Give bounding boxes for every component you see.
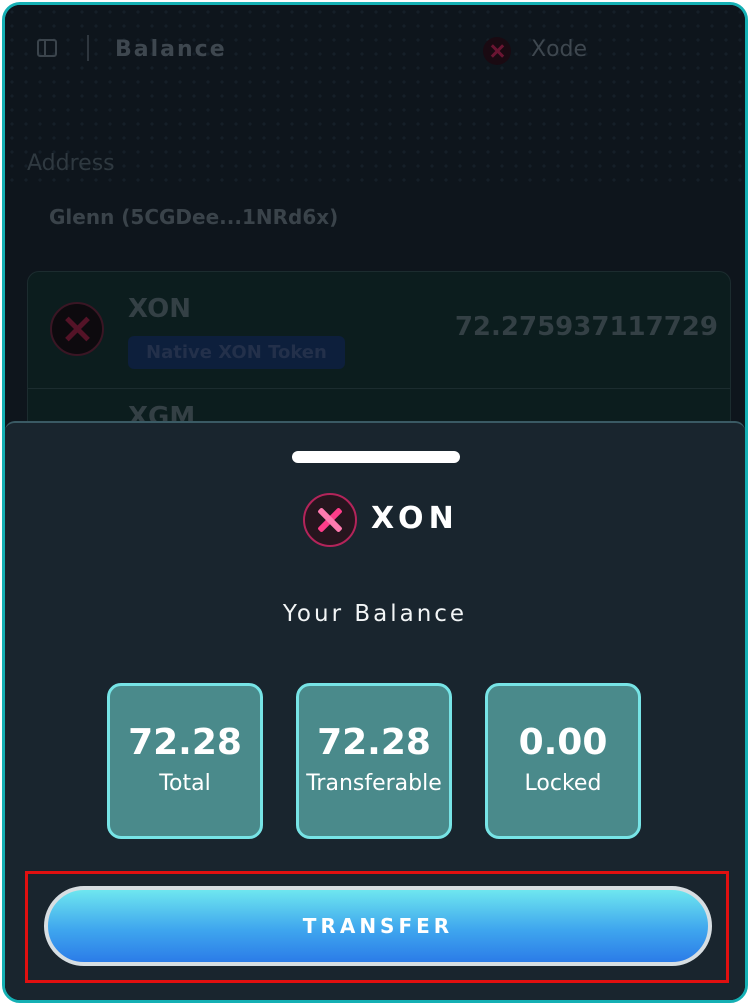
app-frame: Balance Xode Address Glenn (5CGDee...1NR… xyxy=(2,2,748,1003)
stat-value: 72.28 xyxy=(317,722,431,763)
stat-label: Transferable xyxy=(306,771,442,796)
token-amount: 72.275937117729 xyxy=(454,312,718,342)
xon-logo-icon xyxy=(303,493,357,547)
drag-handle[interactable] xyxy=(292,451,460,463)
address-label: Address xyxy=(27,151,115,176)
xode-network-icon xyxy=(483,37,511,65)
balance-bottom-sheet: XON Your Balance 72.28 Total 72.28 Trans… xyxy=(5,421,745,1000)
page-title: Balance xyxy=(115,37,227,62)
token-name: XON xyxy=(128,294,191,324)
account-selector[interactable]: Glenn (5CGDee...1NRd6x) xyxy=(49,205,338,229)
stat-value: 0.00 xyxy=(518,722,608,763)
stat-value: 72.28 xyxy=(128,722,242,763)
stat-label: Total xyxy=(159,771,211,796)
balance-heading: Your Balance xyxy=(282,601,468,627)
row-divider xyxy=(28,388,730,389)
network-name[interactable]: Xode xyxy=(531,37,587,62)
sheet-token-name: XON xyxy=(371,501,459,536)
transfer-highlight: TRANSFER xyxy=(25,871,729,983)
divider xyxy=(87,35,89,61)
stat-total: 72.28 Total xyxy=(107,683,263,839)
stat-transferable: 72.28 Transferable xyxy=(296,683,452,839)
transfer-button[interactable]: TRANSFER xyxy=(44,886,712,966)
token-badge: Native XON Token xyxy=(128,336,345,369)
stat-locked: 0.00 Locked xyxy=(485,683,641,839)
stat-label: Locked xyxy=(524,771,602,796)
xon-logo-icon xyxy=(50,302,104,356)
sidebar-toggle-icon[interactable] xyxy=(37,39,57,57)
top-bar: Balance Xode xyxy=(5,25,745,75)
